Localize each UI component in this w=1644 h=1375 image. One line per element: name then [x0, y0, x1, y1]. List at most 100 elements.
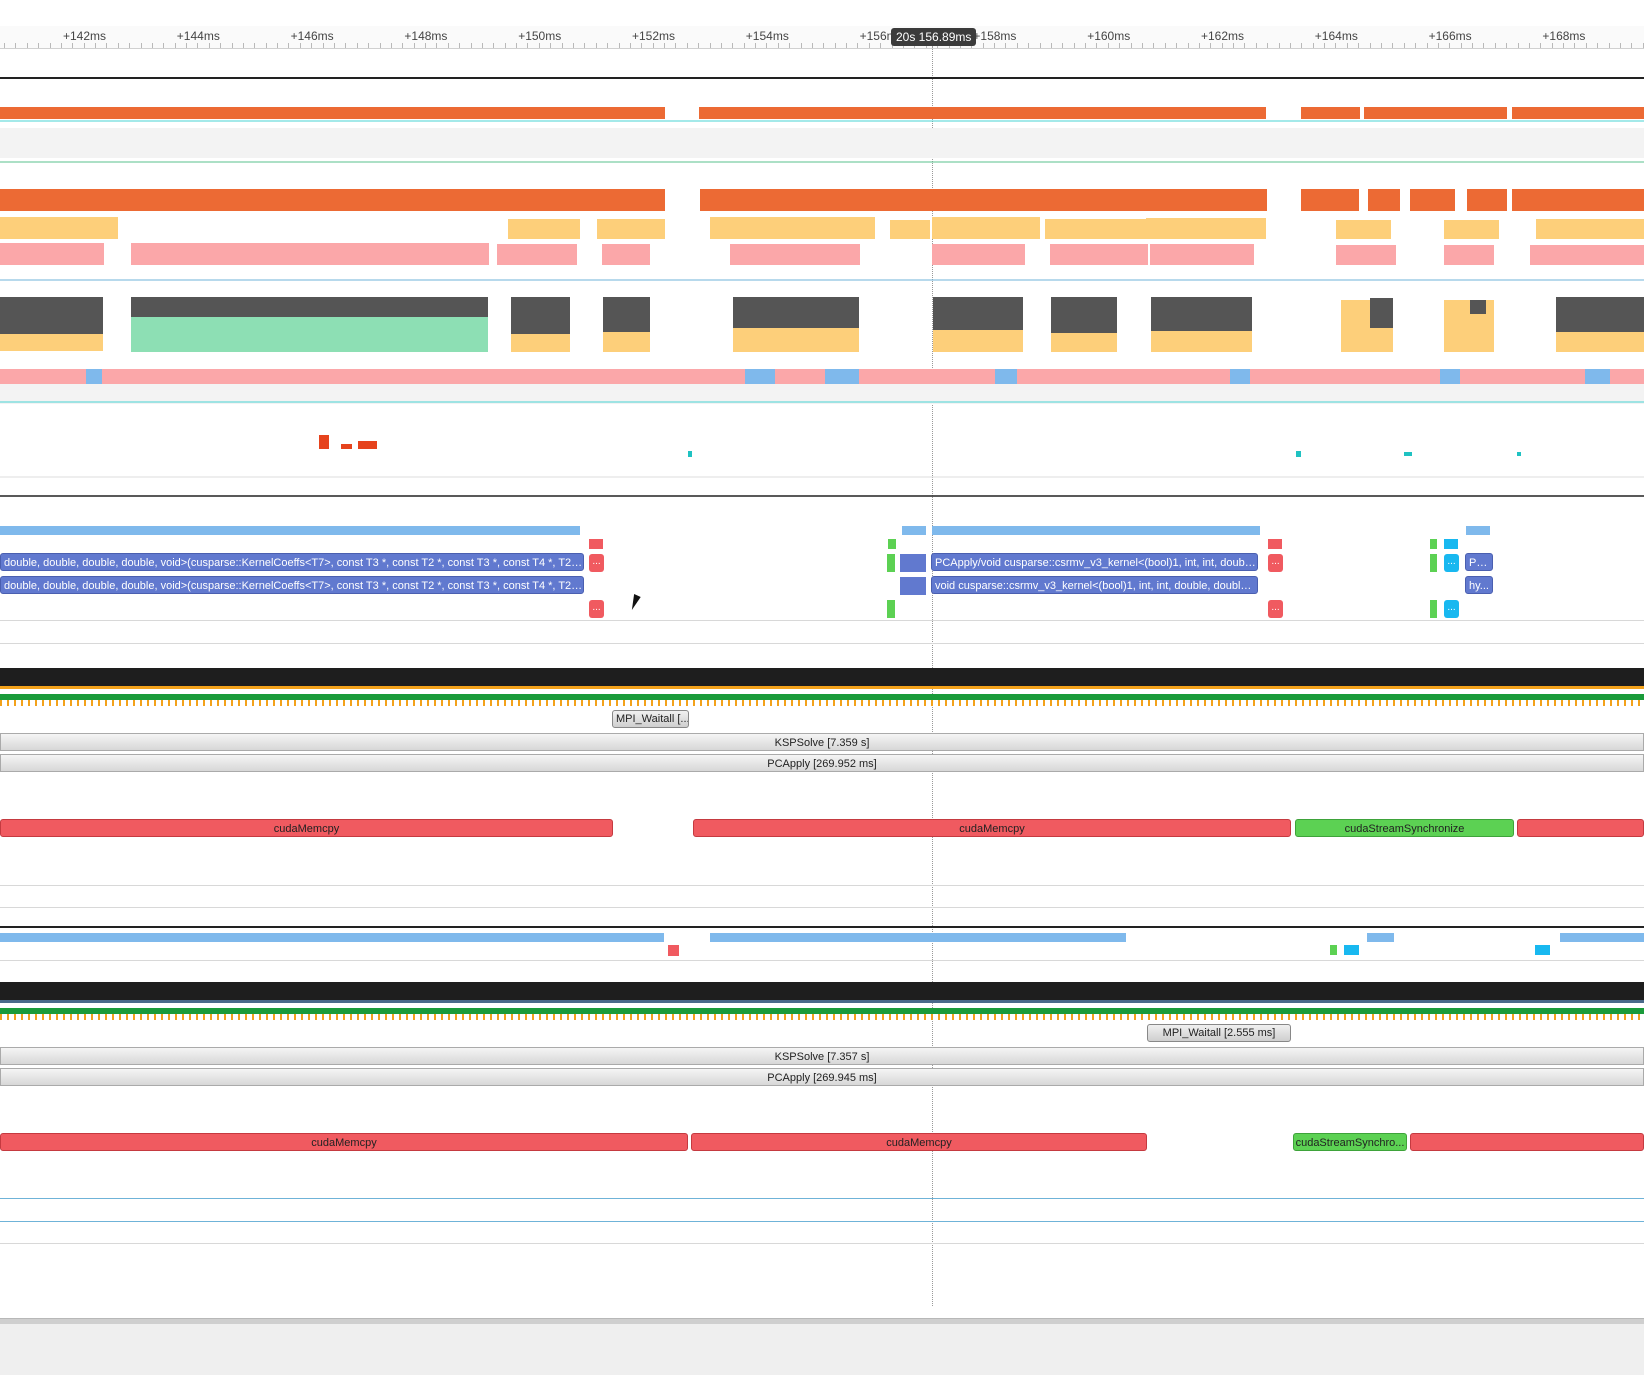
- ruler-minor-tick: [1449, 43, 1450, 48]
- mpi-waitall-slice[interactable]: MPI_Waitall [2.555 ms]: [1147, 1024, 1291, 1042]
- gpu-kernel-slice[interactable]: double, double, double, double, void>(cu…: [0, 576, 584, 594]
- ruler-minor-tick: [175, 43, 176, 48]
- ruler-minor-tick: [1540, 43, 1541, 48]
- kernel-marker: [1535, 945, 1550, 955]
- kspsolve-slice[interactable]: KSPSolve [7.357 s]: [0, 1047, 1644, 1065]
- ruler-minor-tick: [1210, 43, 1211, 48]
- cuda-memcpy-slice[interactable]: [1410, 1133, 1644, 1151]
- gpu-activity-bar: [1466, 526, 1490, 535]
- ruler-tick-label: +162ms: [1201, 29, 1245, 43]
- pcapply-slice[interactable]: PCApply [269.952 ms]: [0, 754, 1644, 772]
- ruler-minor-tick: [994, 43, 995, 48]
- kernel-chip[interactable]: ...: [1444, 600, 1459, 618]
- ruler-minor-tick: [1313, 43, 1314, 48]
- track-separator: [0, 77, 1644, 79]
- ruler-minor-tick: [84, 43, 85, 48]
- timeline-view[interactable]: +142ms +144ms +146ms +148ms +150ms +152ms +154…: [0, 0, 1644, 1375]
- kernel-slice[interactable]: hy...: [1465, 576, 1493, 594]
- ruler-minor-tick: [1005, 43, 1006, 48]
- cuda-memcpy-slice[interactable]: cudaMemcpy: [693, 819, 1291, 837]
- ruler-minor-tick: [1427, 43, 1428, 48]
- memcpy-chip[interactable]: ...: [1268, 554, 1283, 572]
- ruler-minor-tick: [425, 43, 426, 48]
- row-divider: [0, 960, 1644, 961]
- row-divider: [0, 1198, 1644, 1199]
- kernel-chip[interactable]: ...: [1444, 554, 1459, 572]
- sync-slice[interactable]: [1430, 554, 1437, 572]
- ruler-minor-tick: [584, 43, 585, 48]
- cpu-stacked-track: [0, 297, 1644, 352]
- ruler-minor-tick: [1199, 43, 1200, 48]
- sync-slice[interactable]: [887, 600, 895, 618]
- ruler-minor-tick: [1040, 43, 1041, 48]
- cuda-stream-synchronize-slice[interactable]: cudaStreamSynchro...: [1293, 1133, 1407, 1151]
- cuda-memcpy-slice[interactable]: [1517, 819, 1644, 837]
- ruler-minor-tick: [1609, 43, 1610, 48]
- row-divider: [0, 1243, 1644, 1244]
- cpu-pink-track: [0, 243, 1644, 265]
- ruler-tick-label: +150ms: [518, 29, 562, 43]
- ruler-minor-tick: [857, 43, 858, 48]
- cuda-memcpy-slice[interactable]: cudaMemcpy: [691, 1133, 1147, 1151]
- ruler-minor-tick: [698, 43, 699, 48]
- ruler-minor-tick: [687, 43, 688, 48]
- ruler-minor-tick: [607, 43, 608, 48]
- pcapply-slice[interactable]: PCApply [269.945 ms]: [0, 1068, 1644, 1086]
- kspsolve-slice[interactable]: KSPSolve [7.359 s]: [0, 733, 1644, 751]
- ruler-minor-tick: [368, 43, 369, 48]
- ruler-minor-tick: [254, 43, 255, 48]
- ruler-minor-tick: [573, 43, 574, 48]
- ruler-minor-tick: [482, 43, 483, 48]
- memcpy-chip[interactable]: ...: [589, 600, 604, 618]
- ruler-minor-tick: [288, 43, 289, 48]
- time-ruler[interactable]: +142ms +144ms +146ms +148ms +150ms +152ms +154…: [0, 26, 1644, 49]
- thread-state-bar: [0, 686, 1644, 689]
- ruler-tick-label: +142ms: [63, 29, 107, 43]
- ruler-minor-tick: [1404, 43, 1405, 48]
- ruler-minor-tick: [1222, 43, 1223, 48]
- ruler-minor-tick: [436, 43, 437, 48]
- ruler-minor-tick: [710, 43, 711, 48]
- sync-slice[interactable]: [1430, 600, 1437, 618]
- cpu-utilization-tracks: [0, 107, 1644, 497]
- ruler-minor-tick: [1506, 43, 1507, 48]
- cpu-yellow-track: [0, 217, 1644, 239]
- ruler-minor-tick: [1347, 43, 1348, 48]
- memcpy-chip[interactable]: ...: [589, 554, 604, 572]
- ruler-minor-tick: [1335, 43, 1336, 48]
- cuda-stream-synchronize-slice[interactable]: cudaStreamSynchronize: [1295, 819, 1514, 837]
- ruler-minor-tick: [1062, 43, 1063, 48]
- gpu-activity-bar: [710, 933, 1126, 942]
- ruler-tick-label: +168ms: [1542, 29, 1586, 43]
- pcapply-kernel-slice[interactable]: PC...: [1465, 553, 1493, 571]
- ruler-tick-label: +144ms: [176, 29, 220, 43]
- row-divider: [0, 907, 1644, 908]
- ruler-minor-tick: [380, 43, 381, 48]
- ruler-minor-tick: [163, 43, 164, 48]
- ruler-tick-label: +154ms: [745, 29, 789, 43]
- ruler-minor-tick: [334, 43, 335, 48]
- gpu-kernel-slice[interactable]: double, double, double, double, void>(cu…: [0, 553, 584, 571]
- cuda-memcpy-slice[interactable]: cudaMemcpy: [0, 819, 613, 837]
- ruler-minor-tick: [323, 43, 324, 48]
- mpi-waitall-slice[interactable]: MPI_Waitall [...: [612, 710, 689, 728]
- ruler-minor-tick: [732, 43, 733, 48]
- cuda-memcpy-slice[interactable]: cudaMemcpy: [0, 1133, 688, 1151]
- csrmv-kernel-slice[interactable]: void cusparse::csrmv_v3_kernel<(bool)1, …: [931, 576, 1258, 594]
- cursor-time-label: 20s 156.89ms: [891, 28, 977, 46]
- gpu-activity-bar: [902, 526, 926, 535]
- ruler-minor-tick: [1142, 43, 1143, 48]
- memcpy-chip[interactable]: ...: [1268, 600, 1283, 618]
- pcapply-kernel-slice[interactable]: PCApply/void cusparse::csrmv_v3_kernel<(…: [931, 553, 1258, 571]
- ruler-minor-tick: [118, 43, 119, 48]
- ruler-minor-tick: [1392, 43, 1393, 48]
- gpu-kernel-slice[interactable]: [900, 554, 926, 572]
- ruler-minor-tick: [4, 43, 5, 48]
- ruler-minor-tick: [1597, 43, 1598, 48]
- ruler-minor-tick: [471, 43, 472, 48]
- gpu-kernel-slice[interactable]: [900, 577, 926, 595]
- ruler-minor-tick: [391, 43, 392, 48]
- sync-slice[interactable]: [887, 554, 895, 572]
- ruler-minor-tick: [812, 43, 813, 48]
- ruler-minor-tick: [300, 43, 301, 48]
